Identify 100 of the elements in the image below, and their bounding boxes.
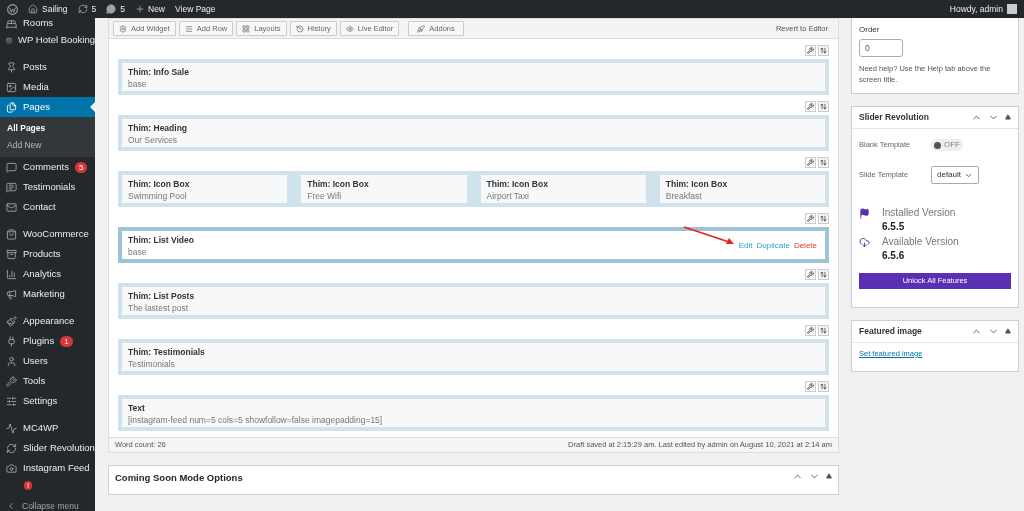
menu-item[interactable]: Users <box>0 351 95 371</box>
site-link[interactable]: Sailing <box>28 2 68 16</box>
widget-subtitle: Testimonials <box>128 358 176 370</box>
widget-card[interactable]: Thim: Testimonials Testimonials <box>118 339 829 375</box>
camera-icon <box>6 462 17 474</box>
wrench-icon <box>6 375 17 387</box>
rocket-icon <box>417 24 426 33</box>
row-move-button[interactable] <box>818 213 829 224</box>
version-label: Available Version <box>882 236 959 248</box>
new-link[interactable]: New <box>135 2 165 16</box>
row-settings-button[interactable] <box>805 325 816 336</box>
widget-card[interactable]: Thim: Heading Our Services <box>118 115 829 151</box>
move-icon <box>820 327 827 334</box>
row-move-button[interactable] <box>818 45 829 56</box>
collapse-menu-button[interactable]: Collapse menu <box>0 500 95 511</box>
refresh-icon <box>77 4 88 14</box>
slide-template-select[interactable]: default <box>931 166 980 184</box>
menu-item[interactable]: Slider Revolution <box>0 438 95 458</box>
menu-item[interactable]: Posts <box>0 57 95 77</box>
sliders-icon <box>6 395 17 407</box>
wrench-icon <box>807 103 814 110</box>
submenu-item[interactable]: Add New <box>0 137 95 154</box>
widget-title: Thim: Icon Box <box>307 178 369 190</box>
menu-item[interactable]: Media <box>0 77 95 97</box>
widget-subtitle: Our Services <box>128 134 179 146</box>
row-settings-button[interactable] <box>805 101 816 112</box>
row-move-button[interactable] <box>818 269 829 280</box>
wrench-icon <box>807 47 814 54</box>
menu-item[interactable]: WP Hotel Booking <box>0 30 95 50</box>
widget-card[interactable]: Thim: Info Sale base <box>118 59 829 95</box>
updates-link[interactable]: 5 <box>77 2 97 16</box>
move-icon <box>820 271 827 278</box>
cloud-download-icon <box>859 237 870 248</box>
widget-action-link[interactable]: Delete <box>793 240 817 252</box>
comments-link[interactable]: 5 <box>106 2 125 16</box>
wordpress-logo-icon[interactable] <box>7 3 18 15</box>
pages-icon <box>6 101 17 113</box>
menu-item[interactable]: Tools <box>0 371 95 391</box>
wrench-icon <box>807 159 814 166</box>
user-icon <box>6 355 17 367</box>
row-move-button[interactable] <box>818 325 829 336</box>
row-settings-button[interactable] <box>805 157 816 168</box>
move-icon <box>820 383 827 390</box>
widget-title: Thim: Icon Box <box>665 178 728 190</box>
menu-item[interactable]: Appearance <box>0 311 95 331</box>
widget-subtitle: The lastest post <box>128 302 189 314</box>
widget-card[interactable]: Thim: List Posts The lastest post <box>118 283 829 319</box>
row-move-button[interactable] <box>818 157 829 168</box>
menu-item[interactable]: Plugins 1 <box>0 331 95 351</box>
plug-icon <box>6 335 17 347</box>
menu-item[interactable]: Marketing <box>0 284 95 304</box>
menu-item[interactable]: Settings <box>0 391 95 411</box>
greeting-link[interactable]: Howdy, admin <box>949 2 1003 16</box>
row-settings-button[interactable] <box>805 213 816 224</box>
widget-subtitle: Breakfast <box>665 190 703 202</box>
mail-icon <box>6 201 17 213</box>
widget-title: Text <box>128 402 146 414</box>
wrench-icon <box>807 271 814 278</box>
menu-item[interactable]: Analytics <box>0 264 95 284</box>
count-badge: 5 <box>74 161 88 173</box>
refresh-icon <box>6 442 17 454</box>
toggle-icon[interactable] <box>1005 328 1011 334</box>
move-icon <box>820 103 827 110</box>
pin-icon <box>6 61 17 73</box>
row-settings-button[interactable] <box>805 269 816 280</box>
menu-item[interactable]: Testimonials <box>0 177 95 197</box>
annotation-arrow <box>682 226 735 246</box>
row-settings-button[interactable] <box>805 45 816 56</box>
widget-card[interactable]: Text [instagram-feed num=5 cols=5 showfollow=false imagepadding=15] <box>118 395 829 431</box>
menu-item[interactable]: Pages <box>0 97 95 117</box>
row-settings-button[interactable] <box>805 381 816 392</box>
order-field[interactable]: 0 <box>859 39 903 57</box>
version-label: Installed Version <box>882 207 956 219</box>
widget-title: Thim: Heading <box>128 122 188 134</box>
menu-item[interactable]: WooCommerce <box>0 224 95 244</box>
box-title: Coming Soon Mode Options <box>115 471 243 485</box>
archive-icon <box>6 248 17 260</box>
toggle-icon[interactable] <box>1005 114 1011 120</box>
widget-title: Thim: Info Sale <box>128 66 189 78</box>
submenu-item[interactable]: All Pages <box>0 120 95 137</box>
box-title: Slider Revolution <box>859 111 929 124</box>
view-page-link[interactable]: View Page <box>175 2 216 16</box>
row-move-button[interactable] <box>818 381 829 392</box>
widget-card[interactable]: Thim: List Video base Edit Duplicate Delete <box>118 227 829 263</box>
menu-item[interactable]: Comments 5 <box>0 157 95 177</box>
row-move-button[interactable] <box>818 101 829 112</box>
menu-item[interactable]: MC4WP <box>0 418 95 438</box>
home-icon <box>28 4 38 14</box>
megaphone-icon <box>6 288 17 300</box>
widget-subtitle: Swimming Pool <box>128 190 188 202</box>
current-indicator <box>90 102 95 112</box>
menu-item[interactable]: Rooms <box>0 18 95 30</box>
history-icon <box>295 24 304 33</box>
toggle-icon[interactable] <box>826 473 832 479</box>
menu-item[interactable]: Contact <box>0 197 95 217</box>
bag-icon <box>6 228 17 240</box>
widget-subtitle: base <box>128 78 148 90</box>
menu-item[interactable]: Instagram Feed <box>0 458 95 478</box>
menu-icon <box>184 24 193 33</box>
menu-item[interactable]: Products <box>0 244 95 264</box>
